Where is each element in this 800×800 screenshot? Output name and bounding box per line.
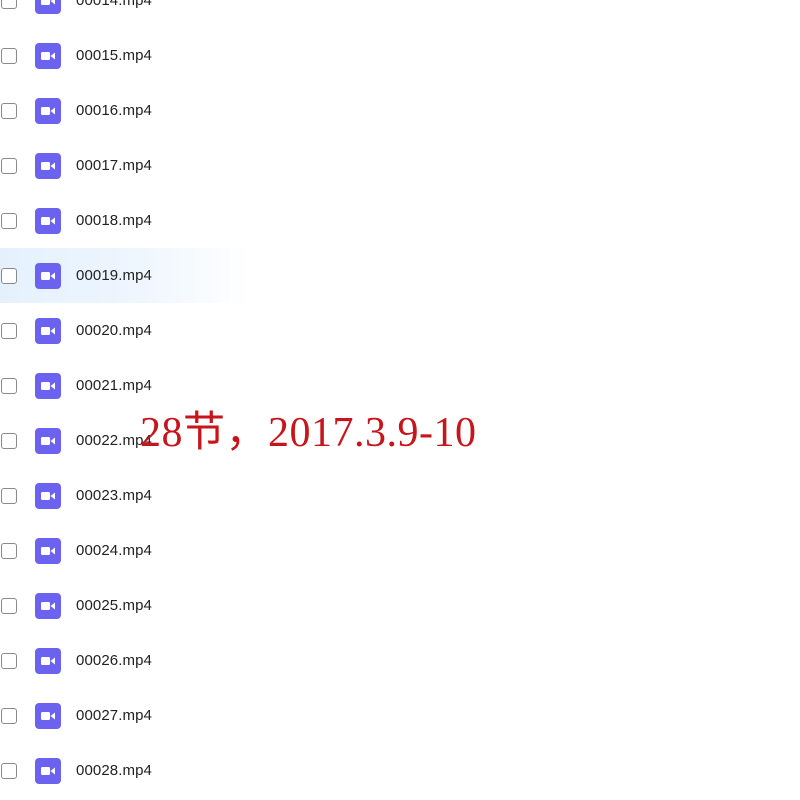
video-file-icon	[35, 647, 61, 674]
file-row[interactable]: 00028.mp4	[0, 743, 800, 798]
file-name[interactable]: 00015.mp4	[76, 47, 152, 64]
file-name[interactable]: 00027.mp4	[76, 707, 152, 724]
file-row[interactable]: 00014.mp4	[0, 0, 800, 28]
video-file-icon	[35, 152, 61, 179]
video-file-icon	[35, 592, 61, 619]
row-checkbox[interactable]	[1, 212, 17, 229]
row-checkbox[interactable]	[1, 322, 17, 339]
row-checkbox[interactable]	[1, 102, 17, 119]
file-row[interactable]: 00017.mp4	[0, 138, 800, 193]
file-name[interactable]: 00028.mp4	[76, 762, 152, 779]
file-name[interactable]: 00018.mp4	[76, 212, 152, 229]
overlay-caption: 28节，2017.3.9-10	[140, 410, 477, 456]
file-name[interactable]: 00017.mp4	[76, 157, 152, 174]
video-file-icon	[35, 0, 61, 14]
file-row[interactable]: 00016.mp4	[0, 83, 800, 138]
file-name[interactable]: 00024.mp4	[76, 542, 152, 559]
video-file-icon	[35, 372, 61, 399]
video-file-icon	[35, 207, 61, 234]
file-row[interactable]: 00018.mp4	[0, 193, 800, 248]
row-checkbox[interactable]	[1, 487, 17, 504]
video-file-icon	[35, 262, 61, 289]
row-checkbox[interactable]	[1, 707, 17, 724]
video-file-icon	[35, 482, 61, 509]
row-checkbox[interactable]	[1, 652, 17, 669]
row-checkbox[interactable]	[1, 47, 17, 64]
file-name[interactable]: 00026.mp4	[76, 652, 152, 669]
file-row[interactable]: 00024.mp4	[0, 523, 800, 578]
file-name[interactable]: 00016.mp4	[76, 102, 152, 119]
file-browser-page: 00014.mp4 00015.mp4 00016.mp4 00017.mp4	[0, 0, 800, 800]
file-row[interactable]: 00025.mp4	[0, 578, 800, 633]
row-checkbox[interactable]	[1, 0, 17, 9]
row-checkbox[interactable]	[1, 157, 17, 174]
row-checkbox[interactable]	[1, 542, 17, 559]
video-file-icon	[35, 317, 61, 344]
file-name[interactable]: 00014.mp4	[76, 0, 152, 9]
file-row[interactable]: 00020.mp4	[0, 303, 800, 358]
file-row[interactable]: 00015.mp4	[0, 28, 800, 83]
file-row[interactable]: 00026.mp4	[0, 633, 800, 688]
video-file-icon	[35, 97, 61, 124]
file-name[interactable]: 00023.mp4	[76, 487, 152, 504]
file-name[interactable]: 00019.mp4	[76, 267, 152, 284]
row-checkbox[interactable]	[1, 597, 17, 614]
file-row-hovered[interactable]: 00019.mp4	[0, 248, 250, 303]
row-checkbox[interactable]	[1, 377, 17, 394]
row-checkbox[interactable]	[1, 432, 17, 449]
row-checkbox[interactable]	[1, 762, 17, 779]
video-file-icon	[35, 42, 61, 69]
file-row[interactable]: 00023.mp4	[0, 468, 800, 523]
video-file-icon	[35, 702, 61, 729]
file-name[interactable]: 00021.mp4	[76, 377, 152, 394]
video-file-icon	[35, 537, 61, 564]
video-file-icon	[35, 427, 61, 454]
video-file-icon	[35, 757, 61, 784]
file-name[interactable]: 00020.mp4	[76, 322, 152, 339]
file-row[interactable]: 00027.mp4	[0, 688, 800, 743]
row-checkbox[interactable]	[1, 267, 17, 284]
file-name[interactable]: 00025.mp4	[76, 597, 152, 614]
